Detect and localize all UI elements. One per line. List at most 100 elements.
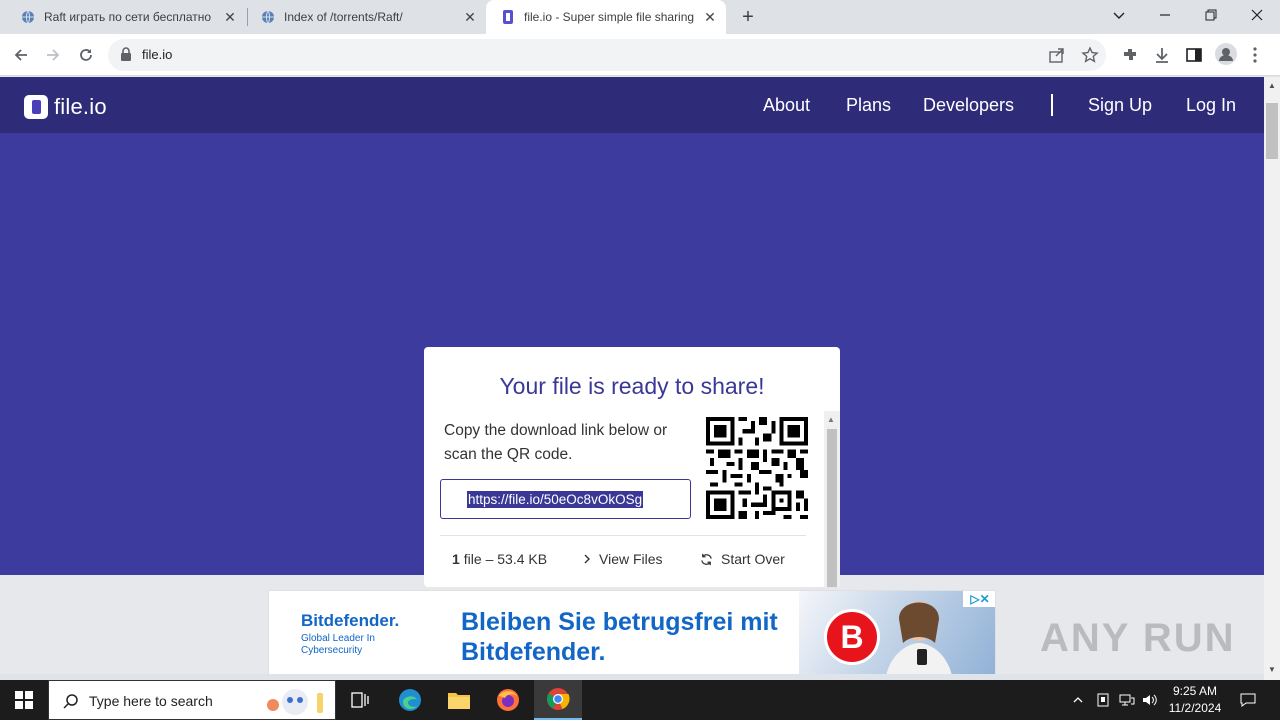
profile-avatar-icon[interactable] <box>1215 43 1237 65</box>
download-icon[interactable] <box>1153 46 1171 64</box>
taskbar: Type here to search 9:25 AM 11/2/2024 <box>0 680 1280 720</box>
firefox-app[interactable] <box>484 680 532 720</box>
nav-about[interactable]: About <box>763 95 810 116</box>
side-panel-icon[interactable] <box>1185 46 1203 64</box>
start-button[interactable] <box>0 680 48 720</box>
address-bar[interactable]: file.io <box>108 39 1106 71</box>
clock[interactable]: 9:25 AM 11/2/2024 <box>1160 683 1230 717</box>
new-tab-button[interactable]: + <box>736 5 760 29</box>
tray-chevron-icon[interactable] <box>1070 680 1086 720</box>
device-icon[interactable] <box>1094 680 1112 720</box>
globe-icon <box>260 9 276 25</box>
restore-button[interactable] <box>1188 0 1234 34</box>
task-view-icon <box>351 692 369 708</box>
tab-torrents-index[interactable]: Index of /torrents/Raft/ ✕ <box>240 0 486 34</box>
arrow-right-icon <box>47 49 60 61</box>
download-link-field[interactable]: https://file.io/50eOc8vOkOSg <box>440 479 691 519</box>
network-icon[interactable] <box>1117 680 1137 720</box>
page-content: file.io About Plans Developers Sign Up L… <box>0 77 1264 674</box>
chrome-app[interactable] <box>534 680 582 720</box>
site-logo[interactable]: file.io <box>24 94 107 120</box>
search-highlight-icon <box>267 689 323 715</box>
nav-login[interactable]: Log In <box>1186 95 1236 116</box>
page-scroll-thumb[interactable] <box>1266 103 1278 159</box>
edge-app[interactable] <box>386 680 434 720</box>
nav-developers[interactable]: Developers <box>923 95 1014 116</box>
taskbar-search-box[interactable]: Type here to search <box>48 680 336 720</box>
logo-text: file.io <box>54 94 107 119</box>
ad-brand: Bitdefender. <box>301 611 400 630</box>
nav-plans[interactable]: Plans <box>846 95 891 116</box>
download-link-text[interactable]: https://file.io/50eOc8vOkOSg <box>467 491 644 508</box>
share-icon[interactable] <box>1048 46 1066 64</box>
close-icon[interactable]: ✕ <box>702 9 718 25</box>
back-button[interactable] <box>8 42 34 68</box>
folder-icon <box>448 693 470 709</box>
card-description: Copy the download link below or scan the… <box>444 422 668 463</box>
close-icon[interactable]: ✕ <box>222 9 238 25</box>
url-text: file.io <box>142 47 173 62</box>
tab-title: Raft играть по сети бесплатно <box>44 10 212 24</box>
browser-toolbar: file.io <box>0 34 1280 76</box>
chevron-down-icon <box>1113 12 1125 19</box>
chrome-icon <box>547 688 570 710</box>
task-view-button[interactable] <box>336 680 384 720</box>
refresh-icon <box>701 553 712 565</box>
windows-logo-icon <box>15 691 33 709</box>
view-files-button[interactable]: View Files <box>582 551 663 567</box>
clock-time: 9:25 AM <box>1172 684 1218 698</box>
menu-kebab-icon[interactable] <box>1252 46 1270 64</box>
lock-icon[interactable] <box>120 47 132 66</box>
file-explorer-app[interactable] <box>435 680 483 720</box>
search-icon <box>63 694 78 709</box>
globe-icon <box>20 9 36 25</box>
forward-button[interactable] <box>40 42 66 68</box>
chevron-right-icon <box>584 554 590 564</box>
firefox-icon <box>497 689 519 711</box>
scroll-down-icon[interactable]: ▼ <box>1268 665 1276 674</box>
file-count: 1 <box>452 551 460 567</box>
ad-tagline: Global Leader In Cybersecurity <box>301 633 375 656</box>
ad-close-icon[interactable]: ▷✕ <box>963 591 995 607</box>
notification-icon[interactable] <box>1234 680 1262 720</box>
share-card: Your file is ready to share! Copy the do… <box>424 347 840 587</box>
fileio-icon <box>500 9 516 25</box>
close-icon[interactable]: ✕ <box>462 9 478 25</box>
anyrun-watermark: ANY RUN <box>1040 616 1236 660</box>
tab-search-button[interactable] <box>1096 0 1142 34</box>
site-header: file.io About Plans Developers Sign Up L… <box>0 77 1264 133</box>
view-files-label: View Files <box>599 551 663 567</box>
reload-button[interactable] <box>73 42 99 68</box>
tab-raft[interactable]: Raft играть по сети бесплатно ✕ <box>0 0 246 34</box>
tab-title: Index of /torrents/Raft/ <box>284 10 403 24</box>
page-scrollbar[interactable]: ▲ ▼ <box>1264 77 1280 680</box>
scroll-up-icon[interactable]: ▲ <box>827 415 835 424</box>
tab-fileio[interactable]: file.io - Super simple file sharing ✕ <box>486 0 726 34</box>
minimize-button[interactable] <box>1142 0 1188 34</box>
scroll-up-icon[interactable]: ▲ <box>1268 81 1276 90</box>
file-info-text: file – 53.4 KB <box>463 551 548 567</box>
extensions-icon[interactable] <box>1121 46 1139 64</box>
start-over-button[interactable]: Start Over <box>700 551 785 567</box>
close-icon <box>1251 9 1263 21</box>
clock-date: 11/2/2024 <box>1168 701 1222 715</box>
star-icon[interactable] <box>1081 46 1099 64</box>
qr-code <box>706 417 808 519</box>
search-placeholder: Type here to search <box>89 693 213 709</box>
nav-signup[interactable]: Sign Up <box>1088 95 1152 116</box>
file-info: 1 file – 53.4 KB <box>452 551 547 567</box>
close-window-button[interactable] <box>1234 0 1280 34</box>
ad-headline: Bleiben Sie betrugsfrei mit Bitdefender. <box>461 608 778 666</box>
minimize-icon <box>1160 14 1170 16</box>
fileio-logo-icon <box>24 95 48 119</box>
nav-divider <box>1051 94 1053 116</box>
ad-banner[interactable]: Bitdefender. Global Leader In Cybersecur… <box>268 590 996 674</box>
volume-icon[interactable] <box>1140 680 1160 720</box>
card-scroll-thumb[interactable] <box>827 429 837 587</box>
card-title: Your file is ready to share! <box>499 373 765 399</box>
start-over-label: Start Over <box>721 551 785 567</box>
edge-icon <box>399 689 421 711</box>
card-divider <box>440 535 806 536</box>
card-scrollbar[interactable]: ▲ <box>824 411 840 587</box>
tab-strip: Raft играть по сети бесплатно ✕ Index of… <box>0 0 1280 34</box>
